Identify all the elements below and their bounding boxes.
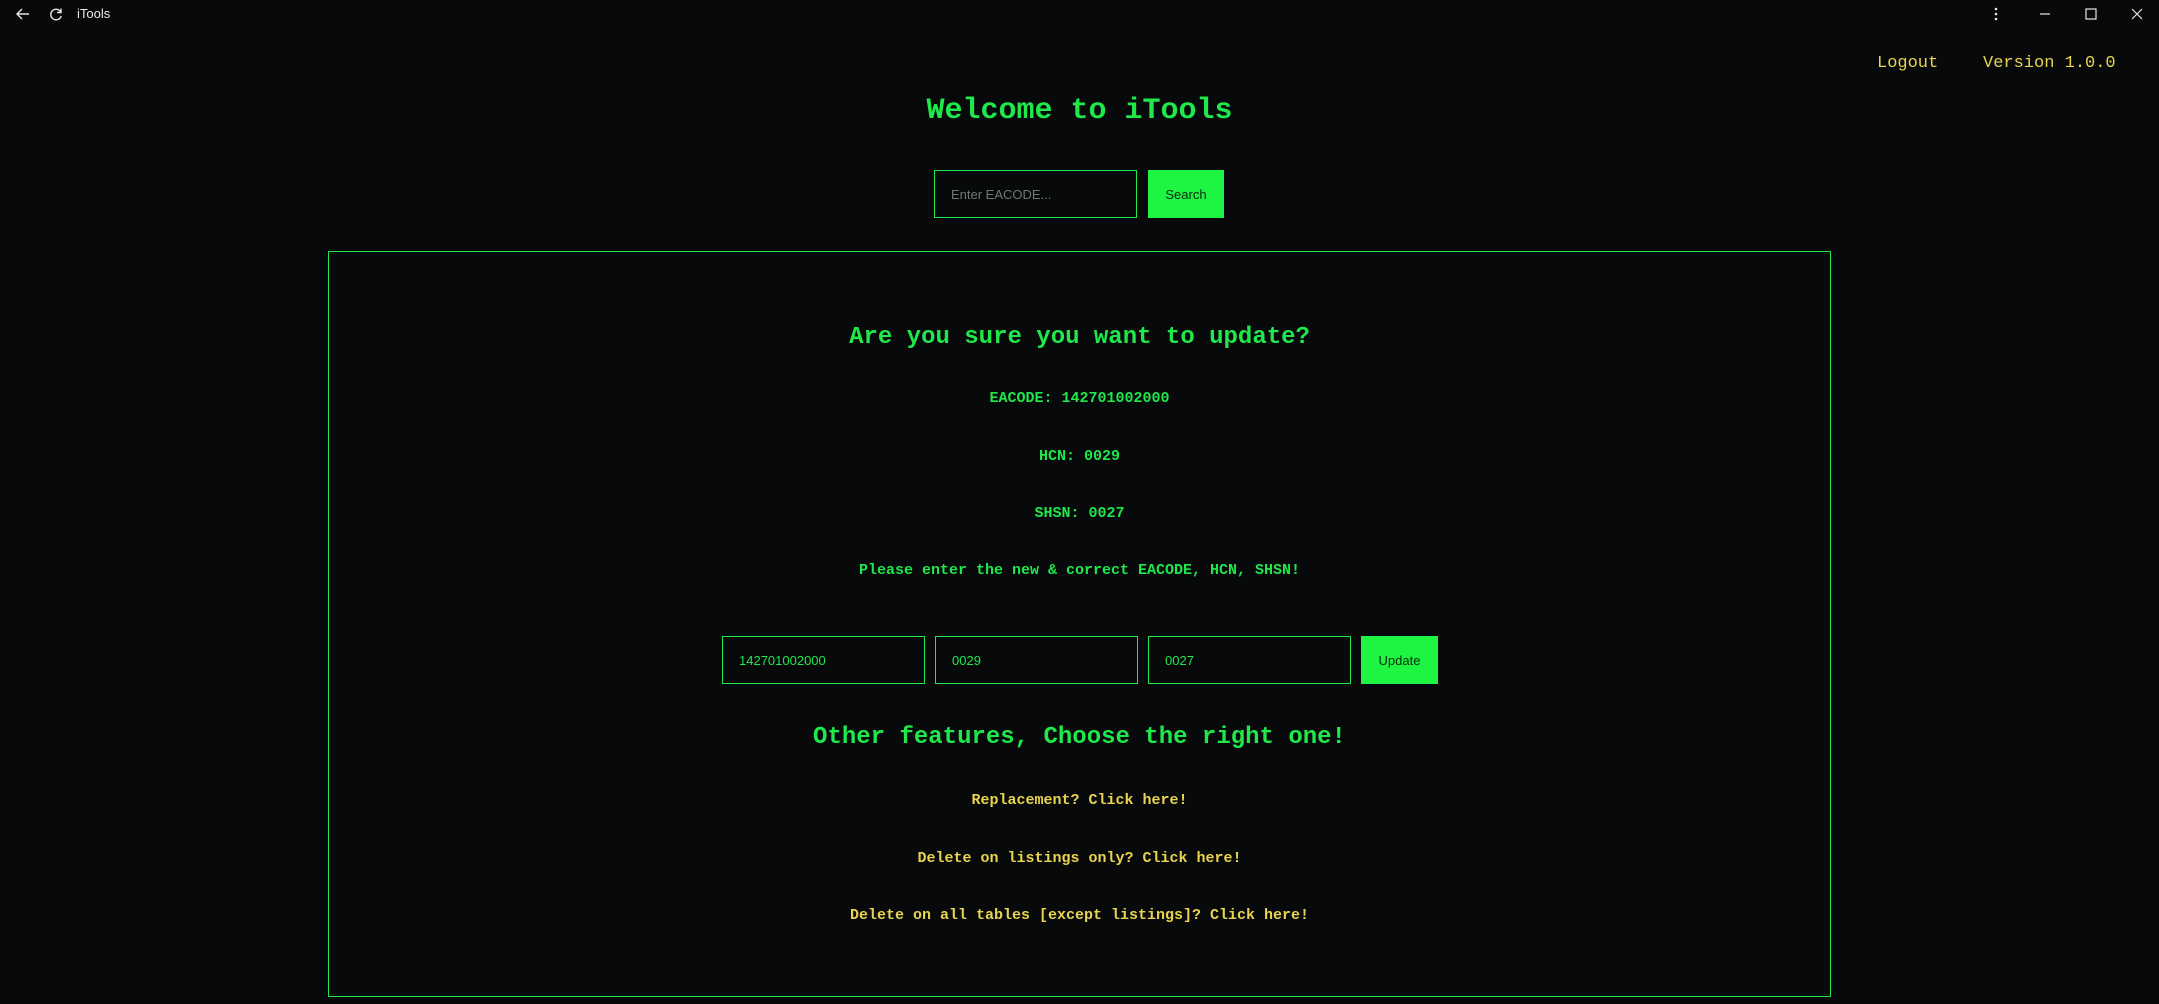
close-icon[interactable] [2126, 0, 2148, 28]
logout-link[interactable]: Logout [1877, 54, 1938, 73]
hcn-field[interactable] [935, 636, 1138, 684]
shsn-field[interactable] [1148, 636, 1351, 684]
current-eacode: EACODE: 142701002000 [989, 390, 1170, 407]
delete-all-tables-link[interactable]: Delete on all tables [except listings]? … [850, 907, 1309, 924]
back-arrow-icon[interactable] [12, 0, 34, 28]
minimize-icon[interactable] [2034, 0, 2056, 28]
search-button[interactable]: Search [1148, 170, 1224, 218]
title-bar: iTools [0, 0, 2159, 28]
refresh-icon[interactable] [45, 0, 67, 28]
version-label: Version 1.0.0 [1983, 54, 2116, 73]
update-panel: Are you sure you want to update? EACODE:… [328, 251, 1831, 997]
delete-listings-link[interactable]: Delete on listings only? Click here! [917, 850, 1241, 867]
current-hcn: HCN: 0029 [1038, 448, 1120, 465]
more-options-icon[interactable] [1985, 0, 2007, 28]
update-prompt: Please enter the new & correct EACODE, H… [858, 562, 1301, 579]
eacode-field[interactable] [722, 636, 925, 684]
confirm-title: Are you sure you want to update? [849, 324, 1310, 351]
current-shsn: SHSN: 0027 [1034, 505, 1125, 522]
search-input[interactable] [934, 170, 1137, 218]
delete-listings-link-row: Delete on listings only? Click here! [329, 850, 1830, 867]
window-title: iTools [77, 6, 111, 21]
maximize-icon[interactable] [2080, 0, 2102, 28]
replacement-link-row: Replacement? Click here! [329, 792, 1830, 809]
delete-all-tables-link-row: Delete on all tables [except listings]? … [329, 907, 1830, 924]
other-features-title: Other features, Choose the right one! [813, 724, 1346, 751]
replacement-link[interactable]: Replacement? Click here! [971, 792, 1187, 809]
page-title: Welcome to iTools [926, 94, 1233, 128]
update-button[interactable]: Update [1361, 636, 1438, 684]
